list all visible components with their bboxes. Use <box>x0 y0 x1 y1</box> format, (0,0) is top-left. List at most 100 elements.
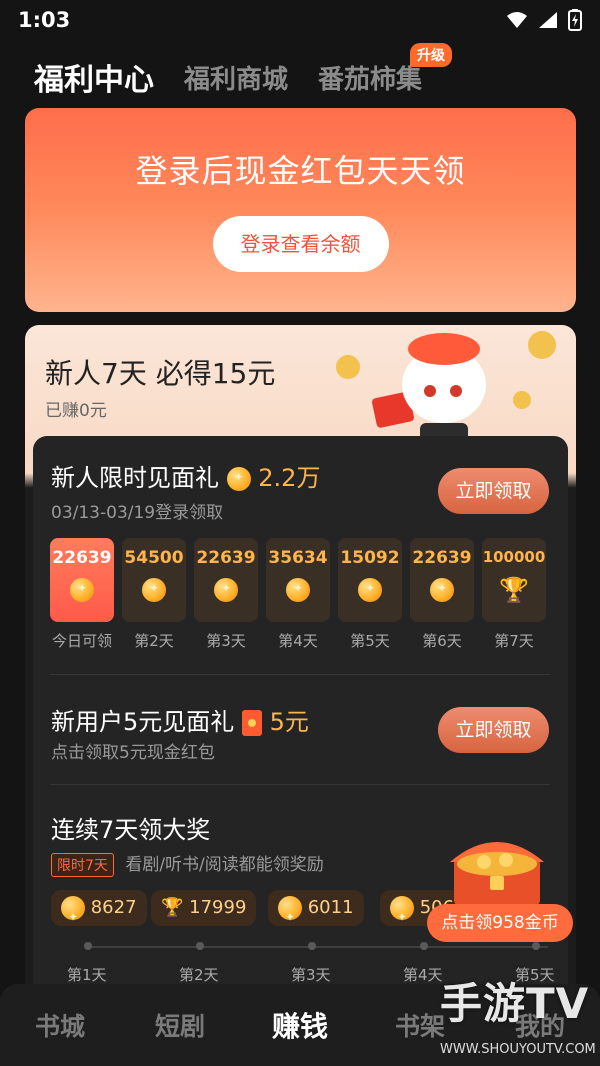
status-time: 1:03 <box>18 8 71 32</box>
streak-day-label: 第2天 <box>179 966 219 984</box>
login-banner: 登录后现金红包天天领 登录查看余额 <box>25 108 576 312</box>
watermark: 手游TV WWW.SHOUYOUTV.COM <box>440 970 600 1066</box>
day-box: 35634 <box>266 538 330 622</box>
login-banner-title: 登录后现金红包天天领 <box>135 152 466 190</box>
day-item[interactable]: 22639 第3天 <box>194 538 258 651</box>
tab-label: 福利中心 <box>34 63 154 98</box>
day-label: 第3天 <box>206 632 246 650</box>
streak-value: 6011 <box>307 897 354 918</box>
signal-icon <box>539 12 557 28</box>
day-value: 35634 <box>268 548 328 568</box>
day-item[interactable]: 35634 第4天 <box>266 538 330 651</box>
streak-day-label: 第3天 <box>291 966 331 984</box>
gift-claim-button[interactable]: 立即领取 <box>438 468 549 514</box>
tab-label: 番茄柿集 <box>318 64 423 95</box>
coin-icon <box>358 578 382 602</box>
coin-icon <box>390 896 414 935</box>
new-user-title: 新用户5元见面礼 <box>51 708 235 736</box>
newbie-title-text: 新人7天 必得15元 <box>45 357 276 390</box>
streak-dot <box>420 942 428 950</box>
gift-days-list: 22639 今日可领 54500 第2天 22639 第3天 35634 <box>50 538 552 651</box>
gift-title: 新人限时见面礼 <box>51 464 219 492</box>
day-box: 15092 <box>338 538 402 622</box>
day-item[interactable]: 100000 🏆 第7天 <box>482 538 546 651</box>
day-item[interactable]: 15092 第5天 <box>338 538 402 651</box>
day-box: 54500 <box>122 538 186 622</box>
limited-time-tag: 限时7天 <box>51 853 114 877</box>
day-label: 第4天 <box>278 632 318 650</box>
streak-value: 8627 <box>90 897 137 918</box>
day-box: 22639 <box>194 538 258 622</box>
nav-short-drama[interactable]: 短剧 <box>120 1007 240 1043</box>
tab-tomato-market[interactable]: 番茄柿集 升级 <box>318 42 453 96</box>
coin-icon <box>142 578 166 602</box>
divider <box>50 784 550 785</box>
trophy-icon: 🏆 <box>161 897 184 918</box>
red-packet-icon <box>241 710 262 736</box>
day-value: 22639 <box>196 548 256 568</box>
streak-dot <box>84 942 92 950</box>
chest-tip-button[interactable]: 点击领958金币 <box>427 904 573 942</box>
divider <box>50 674 550 675</box>
day-label: 今日可领 <box>51 632 112 650</box>
day-box: 100000 🏆 <box>482 538 546 622</box>
newbie-title: 新人7天 必得15元 <box>45 352 275 392</box>
wifi-icon <box>507 12 527 28</box>
mascot-illustration <box>336 331 556 440</box>
streak-title: 连续7天领大奖 <box>51 816 211 844</box>
trophy-icon: 🏆 <box>499 576 529 604</box>
upgrade-badge: 升级 <box>410 42 453 67</box>
day-value: 15092 <box>340 548 400 568</box>
newbie-earned: 已赚0元 <box>45 401 107 421</box>
day-value: 100000 <box>482 548 546 566</box>
watermark-url: WWW.SHOUYOUTV.COM <box>440 1042 596 1057</box>
day-label: 第5天 <box>350 632 390 650</box>
coin-icon <box>286 578 310 602</box>
nav-bookstore[interactable]: 书城 <box>0 1007 120 1043</box>
coin-icon <box>226 467 251 491</box>
coin-icon <box>278 896 302 935</box>
status-bar: 1:03 <box>0 0 600 40</box>
new-user-title-row: 新用户5元见面礼 5元 <box>51 702 309 737</box>
nav-earn[interactable]: 赚钱 <box>240 1005 360 1045</box>
tab-welfare-mall[interactable]: 福利商城 <box>184 59 288 96</box>
streak-day-label: 第1天 <box>67 966 107 984</box>
streak-pill: 8627 <box>51 890 147 935</box>
day-item[interactable]: 22639 今日可领 <box>50 538 114 651</box>
streak-subtitle-row: 限时7天 看剧/听书/阅读都能领奖励 <box>51 850 324 877</box>
tab-welfare-center[interactable]: 福利中心 <box>34 55 154 99</box>
top-tabs: 福利中心 福利商城 番茄柿集 升级 <box>0 42 600 102</box>
streak-day-label: 第4天 <box>403 966 443 984</box>
new-user-claim-button[interactable]: 立即领取 <box>438 707 549 753</box>
status-icons <box>506 9 582 31</box>
new-user-subtitle: 点击领取5元现金红包 <box>51 743 215 763</box>
streak-value: 17999 <box>189 897 247 918</box>
coin-icon <box>214 578 238 602</box>
coin-icon <box>61 896 85 935</box>
day-label: 第7天 <box>494 632 534 650</box>
day-item[interactable]: 54500 第2天 <box>122 538 186 651</box>
day-box: 22639 <box>50 538 114 622</box>
new-user-amount: 5元 <box>269 708 309 736</box>
streak-progress-line <box>88 946 548 948</box>
streak-subtitle: 看剧/听书/阅读都能领奖励 <box>125 855 324 875</box>
gift-date-range: 03/13-03/19登录领取 <box>51 503 224 523</box>
day-value: 22639 <box>412 548 472 568</box>
watermark-logo: 手游TV <box>440 979 590 1028</box>
coin-icon <box>70 578 94 602</box>
streak-dot <box>196 942 204 950</box>
treasure-chest-icon[interactable] <box>440 828 554 910</box>
day-label: 第2天 <box>134 632 174 650</box>
gift-title-row: 新人限时见面礼 2.2万 <box>51 458 320 493</box>
gift-amount: 2.2万 <box>258 464 321 492</box>
battery-icon <box>568 9 582 31</box>
streak-pill: 🏆 17999 <box>151 890 257 926</box>
streak-dot <box>308 942 316 950</box>
tab-label: 福利商城 <box>184 64 289 95</box>
streak-dot <box>532 942 540 950</box>
day-label: 第6天 <box>422 632 462 650</box>
login-check-balance-button[interactable]: 登录查看余额 <box>212 216 389 272</box>
coin-icon <box>430 578 454 602</box>
day-item[interactable]: 22639 第6天 <box>410 538 474 651</box>
day-box: 22639 <box>410 538 474 622</box>
